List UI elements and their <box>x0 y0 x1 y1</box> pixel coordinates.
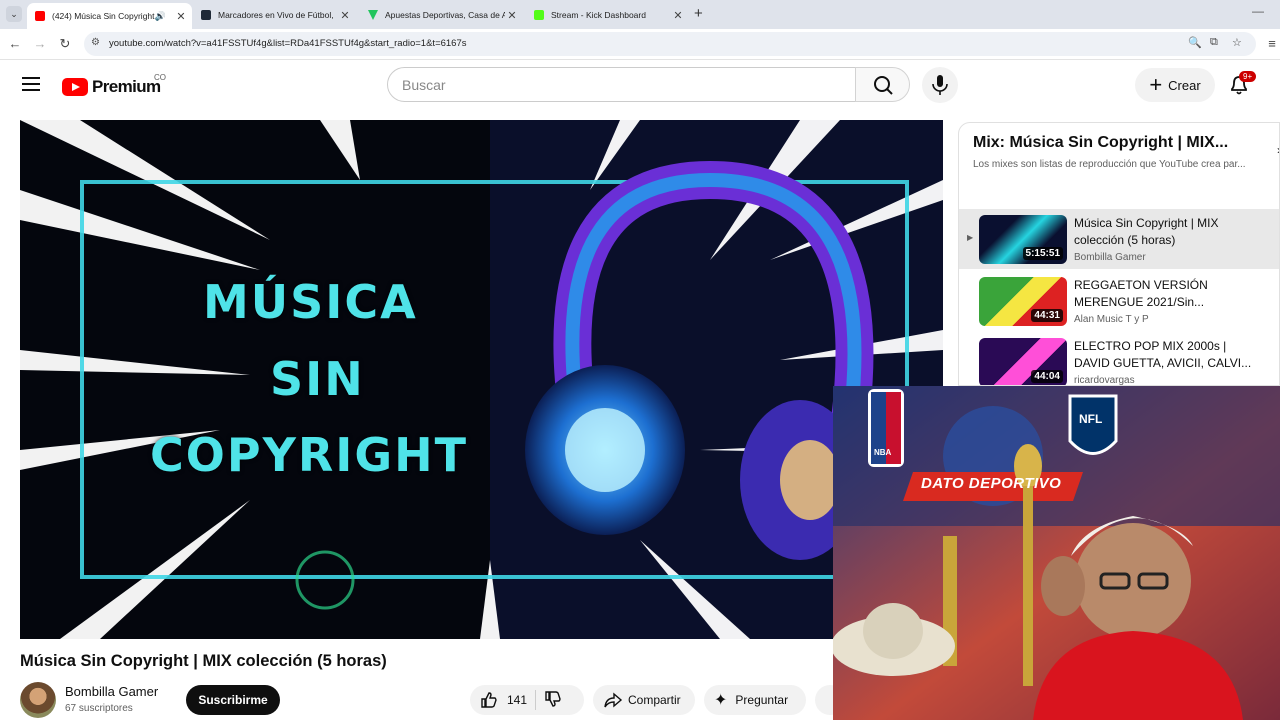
tab-title: Marcadores en Vivo de Fútbol, <box>218 10 334 20</box>
bookmark-star-icon[interactable]: ☆ <box>1232 36 1242 49</box>
mix-playlist-panel: Mix: Música Sin Copyright | MIX... Los m… <box>958 122 1280 386</box>
site-settings-icon[interactable]: ⚙ <box>91 37 100 48</box>
browser-tab-strip: ⌄ (424) Música Sin Copyright 🔊 ✕ Marcado… <box>0 0 1280 29</box>
like-count: 141 <box>507 693 528 707</box>
sparkle-icon: ✦ <box>714 692 728 709</box>
notification-badge: 9+ <box>1239 71 1257 82</box>
playlist-item[interactable]: 44:31 REGGAETON VERSIÓN MERENGUE 2021/Si… <box>959 271 1279 331</box>
tab-marcadores[interactable]: Marcadores en Vivo de Fútbol, ✕ <box>193 3 356 27</box>
like-button[interactable]: 141 <box>480 691 527 709</box>
thumbs-up-icon <box>481 692 497 708</box>
youtube-premium-logo[interactable]: Premium <box>62 76 161 98</box>
site-favicon-icon <box>368 10 378 20</box>
search-box[interactable] <box>387 67 856 102</box>
art-word-musica: MÚSICA <box>203 275 418 329</box>
ask-button[interactable]: ✦ Preguntar <box>704 685 806 715</box>
close-tab-icon[interactable]: ✕ <box>174 10 188 23</box>
tab-apuestas[interactable]: Apuestas Deportivas, Casa de A ✕ <box>360 3 523 27</box>
webcam-scene <box>833 386 1280 720</box>
url-text[interactable]: youtube.com/watch?v=a41FSSTUf4g&list=RDa… <box>109 38 467 49</box>
tab-search-button[interactable]: ⌄ <box>6 6 22 22</box>
reading-list-icon[interactable]: ≡ <box>1264 36 1280 51</box>
now-playing-icon: ▶ <box>967 233 974 242</box>
search-button[interactable] <box>855 67 910 102</box>
back-icon[interactable]: ← <box>7 36 23 51</box>
thumbs-down-icon <box>545 690 561 707</box>
browser-toolbar: ← → ↻ ⚙ youtube.com/watch?v=a41FSSTUf4g&… <box>0 29 1280 60</box>
video-title: Música Sin Copyright | MIX colección (5 … <box>20 652 387 670</box>
video-thumbnail[interactable]: 44:04 <box>979 338 1067 385</box>
tab-title: Stream - Kick Dashboard <box>551 10 646 20</box>
dislike-button[interactable] <box>544 690 562 711</box>
voice-search-button[interactable] <box>922 67 958 103</box>
youtube-play-logo-icon <box>62 78 88 96</box>
search-input[interactable] <box>402 77 822 93</box>
youtube-favicon-icon <box>35 11 45 21</box>
video-thumbnail[interactable]: 5:15:51 <box>979 215 1067 264</box>
art-word-copyright: COPYRIGHT <box>150 428 469 482</box>
like-divider <box>535 690 537 710</box>
logo-text: Premium <box>92 77 161 96</box>
hamburger-menu-icon[interactable] <box>22 77 40 91</box>
speaker-icon[interactable]: 🔊 <box>155 11 166 22</box>
art-word-sin: SIN <box>270 352 365 406</box>
address-bar[interactable]: ⚙ youtube.com/watch?v=a41FSSTUf4g&list=R… <box>84 32 1256 56</box>
video-thumbnail[interactable]: 44:31 <box>979 277 1067 326</box>
install-app-icon[interactable]: ⧉ <box>1210 36 1218 49</box>
playlist-video-channel: Alan Music T y P <box>1074 314 1149 325</box>
site-favicon-icon <box>201 10 211 20</box>
zoom-icon[interactable]: 🔍 <box>1188 36 1202 49</box>
country-code: CO <box>154 73 166 82</box>
playlist-video-title[interactable]: Música Sin Copyright | MIX colección (5 … <box>1074 215 1264 249</box>
video-duration: 44:31 <box>1031 309 1063 322</box>
channel-name[interactable]: Bombilla Gamer <box>65 684 158 699</box>
share-button[interactable]: Compartir <box>593 685 695 715</box>
like-dislike-group: 141 <box>470 685 584 715</box>
close-tab-icon[interactable]: ✕ <box>505 9 519 22</box>
tab-title: (424) Música Sin Copyright <box>52 11 155 21</box>
playlist-video-channel: Bombilla Gamer <box>1074 252 1146 263</box>
webcam-overlay: DATO DEPORTIVO NBA NFL <box>833 386 1280 720</box>
close-tab-icon[interactable]: ✕ <box>671 9 685 22</box>
nba-logo: NBA <box>874 448 892 457</box>
video-duration: 44:04 <box>1031 370 1063 383</box>
dato-deportivo-banner: DATO DEPORTIVO <box>921 475 1062 492</box>
forward-icon[interactable]: → <box>32 36 48 51</box>
playlist-video-title[interactable]: REGGAETON VERSIÓN MERENGUE 2021/Sin... <box>1074 277 1264 311</box>
subscribe-button[interactable]: Suscribirme <box>186 685 280 715</box>
create-button[interactable]: + Crear <box>1135 68 1215 102</box>
close-tab-icon[interactable]: ✕ <box>338 9 352 22</box>
tab-title: Apuestas Deportivas, Casa de A <box>385 10 505 20</box>
playlist-subtitle: Los mixes son listas de reproducción que… <box>973 159 1246 170</box>
playlist-title[interactable]: Mix: Música Sin Copyright | MIX... <box>973 134 1228 152</box>
kick-favicon-icon <box>534 10 544 20</box>
video-duration: 5:15:51 <box>1022 247 1063 260</box>
playlist-video-channel: ricardovargas <box>1074 375 1135 386</box>
subscriber-count: 67 suscriptores <box>65 703 133 714</box>
video-frame-art <box>20 120 943 639</box>
minimize-window-button[interactable]: — <box>1252 4 1264 18</box>
create-label: Crear <box>1168 77 1201 93</box>
tab-youtube[interactable]: (424) Música Sin Copyright 🔊 ✕ <box>27 3 192 29</box>
playlist-item[interactable]: ▶ 5:15:51 Música Sin Copyright | MIX col… <box>959 209 1279 269</box>
playlist-item[interactable]: 44:04 ELECTRO POP MIX 2000s | DAVID GUET… <box>959 332 1279 386</box>
microphone-icon <box>932 75 948 95</box>
nfl-logo: NFL <box>1079 412 1103 426</box>
share-label: Compartir <box>628 693 681 707</box>
new-tab-button[interactable]: + <box>694 5 703 22</box>
ask-label: Preguntar <box>735 693 789 707</box>
plus-icon: + <box>1149 72 1163 97</box>
playlist-video-title[interactable]: ELECTRO POP MIX 2000s | DAVID GUETTA, AV… <box>1074 338 1264 372</box>
share-arrow-icon <box>604 692 623 708</box>
reload-icon[interactable]: ↻ <box>57 36 73 52</box>
video-player[interactable]: MÚSICA SIN COPYRIGHT <box>20 120 943 639</box>
search-icon <box>874 76 893 95</box>
youtube-header: Premium CO + Crear 9+ <box>0 61 1280 111</box>
tab-kick[interactable]: Stream - Kick Dashboard ✕ <box>526 3 689 27</box>
channel-avatar[interactable] <box>20 682 56 718</box>
